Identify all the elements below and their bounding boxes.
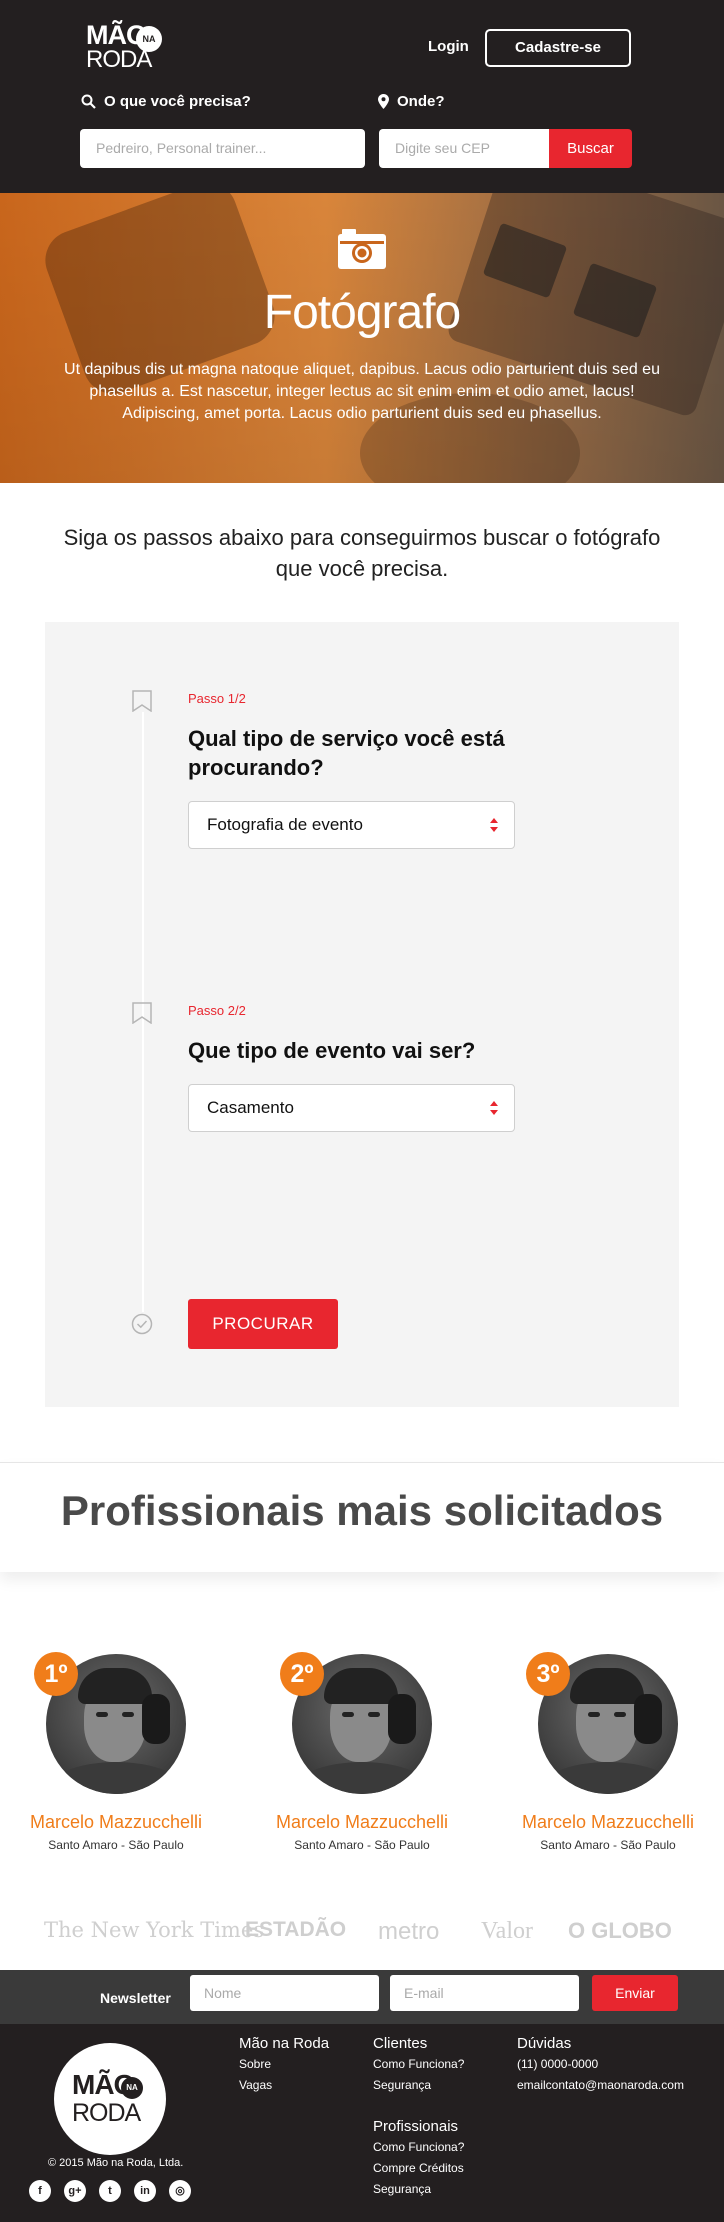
press-logo-valor: Valor [481, 1918, 533, 1944]
hero-description: Ut dapibus dis ut magna natoque aliquet,… [64, 361, 660, 422]
where-label: Onde? [378, 93, 445, 110]
where-label-text: Onde? [397, 93, 445, 110]
rank-badge: 2º [280, 1652, 324, 1696]
professional-name[interactable]: Marcelo Mazzucchelli [0, 1812, 232, 1833]
newsletter-label: Newsletter [100, 1990, 171, 2006]
footer-link-seguranca[interactable]: Segurança [373, 2182, 431, 2196]
footer-link-como-funciona[interactable]: Como Funciona? [373, 2057, 464, 2071]
bookmark-icon [132, 1002, 152, 1024]
professional-location: Santo Amaro - São Paulo [294, 1838, 430, 1852]
professional-location: Santo Amaro - São Paulo [540, 1838, 676, 1852]
rank-badge: 1º [34, 1652, 78, 1696]
professional-card[interactable]: 3º Marcelo Mazzucchelli Santo Amaro - Sã… [492, 1652, 712, 1862]
check-circle-icon [131, 1313, 153, 1335]
footer-logo-na: NA [121, 2077, 143, 2099]
footer-link-como-funciona[interactable]: Como Funciona? [373, 2140, 464, 2154]
step1-label: Passo 1/2 [188, 691, 246, 706]
login-link[interactable]: Login [428, 38, 469, 55]
step2-question: Que tipo de evento vai ser? [188, 1038, 476, 1063]
newsletter-submit-button[interactable]: Enviar [592, 1975, 678, 2011]
press-logo-metro: metro [378, 1918, 440, 1945]
service-type-value: Fotografia de evento [207, 815, 363, 834]
footer-email-link[interactable]: emailcontato@maonaroda.com [517, 2078, 684, 2092]
footer-logo[interactable]: MÃO NA RODA [54, 2043, 166, 2155]
footer-col-title: Dúvidas [517, 2035, 572, 2052]
professional-location: Santo Amaro - São Paulo [48, 1838, 184, 1852]
google-plus-icon[interactable]: g+ [64, 2180, 86, 2202]
rank-badge: 3º [526, 1652, 570, 1696]
select-arrows-icon [490, 818, 498, 832]
footer-link-sobre[interactable]: Sobre [239, 2057, 271, 2071]
step2-label: Passo 2/2 [188, 1003, 246, 1018]
logo[interactable]: MÃO NA RODA [86, 22, 166, 74]
bookmark-icon [132, 690, 152, 712]
search-submit-button[interactable]: PROCURAR [188, 1299, 338, 1349]
professional-card[interactable]: 1º Marcelo Mazzucchelli Santo Amaro - Sã… [0, 1652, 220, 1862]
what-label-text: O que você precisa? [104, 93, 251, 110]
service-search-input[interactable]: Pedreiro, Personal trainer... [80, 129, 365, 168]
copyright: © 2015 Mão na Roda, Ltda. [48, 2157, 184, 2169]
facebook-icon[interactable]: f [29, 2180, 51, 2202]
instagram-icon[interactable]: ◎ [169, 2180, 191, 2202]
footer-logo-roda: RODA [72, 2099, 141, 2127]
professional-card[interactable]: 2º Marcelo Mazzucchelli Santo Amaro - Sã… [246, 1652, 466, 1862]
press-logo-oglobo: O GLOBO [568, 1918, 672, 1943]
twitter-icon[interactable]: t [99, 2180, 121, 2202]
professional-name[interactable]: Marcelo Mazzucchelli [246, 1812, 478, 1833]
professional-name[interactable]: Marcelo Mazzucchelli [492, 1812, 724, 1833]
footer-col-title: Clientes [373, 2035, 428, 2052]
signup-button[interactable]: Cadastre-se [485, 29, 631, 67]
press-logo-estadao: ESTADÃO [245, 1918, 347, 1941]
service-type-select[interactable]: Fotografia de evento [188, 801, 515, 849]
press-logo-nyt: The New York Times [44, 1918, 265, 1942]
event-type-select[interactable]: Casamento [188, 1084, 515, 1132]
what-label: O que você precisa? [81, 93, 251, 110]
newsletter-email-input[interactable]: E-mail [390, 1975, 579, 2011]
newsletter-name-input[interactable]: Nome [190, 1975, 379, 2011]
footer-col-title: Mão na Roda [239, 2035, 330, 2052]
search-icon [81, 94, 96, 109]
steps-intro: Siga os passos abaixo para conseguirmos … [63, 525, 661, 581]
footer-col-title: Profissionais [373, 2118, 459, 2135]
linkedin-icon[interactable]: in [134, 2180, 156, 2202]
footer-link-compre-creditos[interactable]: Compre Créditos [373, 2161, 464, 2175]
select-arrows-icon [490, 1101, 498, 1115]
step1-question: Qual tipo de serviço você está procurand… [188, 726, 505, 780]
cep-input[interactable]: Digite seu CEP [379, 129, 554, 168]
logo-roda: RODA [86, 46, 152, 73]
footer-link-seguranca[interactable]: Segurança [373, 2078, 431, 2092]
page-title: Fotógrafo [263, 286, 461, 339]
footer-link-vagas[interactable]: Vagas [239, 2078, 272, 2092]
search-button[interactable]: Buscar [549, 129, 632, 168]
camera-icon [338, 229, 386, 269]
event-type-value: Casamento [207, 1098, 294, 1117]
hero-banner: Fotógrafo Ut dapibus dis ut magna natoqu… [0, 193, 724, 483]
professionals-title: Profissionais mais solicitados [60, 1487, 664, 1534]
location-pin-icon [378, 94, 389, 109]
footer-phone: (11) 0000-0000 [517, 2057, 599, 2071]
